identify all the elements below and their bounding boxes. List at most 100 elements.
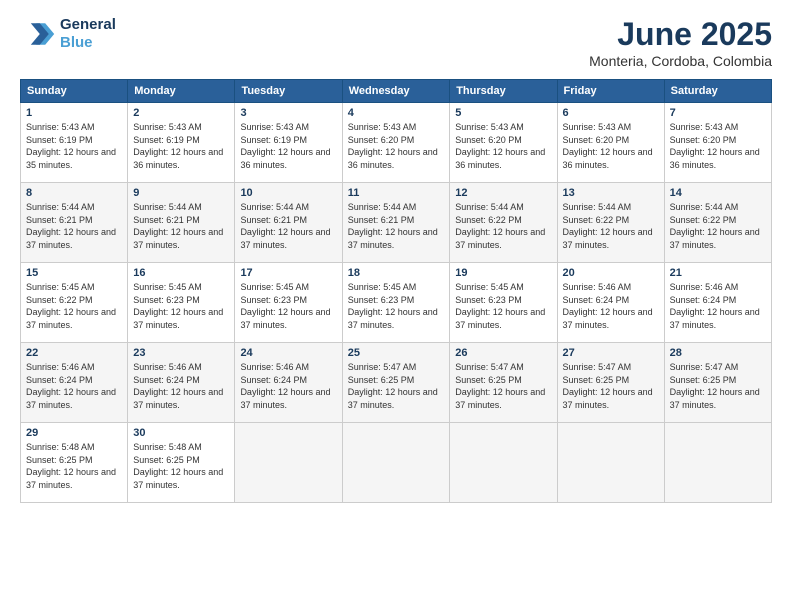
day-info: Sunrise: 5:46 AM Sunset: 6:24 PM Dayligh…: [26, 361, 122, 411]
day-number: 24: [240, 347, 336, 359]
day-number: 2: [133, 107, 229, 119]
day-cell-17: 17 Sunrise: 5:45 AM Sunset: 6:23 PM Dayl…: [235, 263, 342, 343]
day-cell-12: 12 Sunrise: 5:44 AM Sunset: 6:22 PM Dayl…: [450, 183, 557, 263]
day-cell-23: 23 Sunrise: 5:46 AM Sunset: 6:24 PM Dayl…: [128, 343, 235, 423]
day-cell-4: 4 Sunrise: 5:43 AM Sunset: 6:20 PM Dayli…: [342, 103, 450, 183]
week-row-2: 8 Sunrise: 5:44 AM Sunset: 6:21 PM Dayli…: [21, 183, 772, 263]
day-cell-15: 15 Sunrise: 5:45 AM Sunset: 6:22 PM Dayl…: [21, 263, 128, 343]
col-monday: Monday: [128, 80, 235, 103]
header: General Blue June 2025 Monteria, Cordoba…: [20, 16, 772, 69]
day-info: Sunrise: 5:44 AM Sunset: 6:22 PM Dayligh…: [455, 201, 551, 251]
day-cell-28: 28 Sunrise: 5:47 AM Sunset: 6:25 PM Dayl…: [664, 343, 771, 423]
day-cell-20: 20 Sunrise: 5:46 AM Sunset: 6:24 PM Dayl…: [557, 263, 664, 343]
day-info: Sunrise: 5:45 AM Sunset: 6:23 PM Dayligh…: [240, 281, 336, 331]
day-cell-30: 30 Sunrise: 5:48 AM Sunset: 6:25 PM Dayl…: [128, 423, 235, 503]
day-number: 26: [455, 347, 551, 359]
day-cell-7: 7 Sunrise: 5:43 AM Sunset: 6:20 PM Dayli…: [664, 103, 771, 183]
day-number: 15: [26, 267, 122, 279]
day-number: 23: [133, 347, 229, 359]
empty-cell: [450, 423, 557, 503]
day-info: Sunrise: 5:44 AM Sunset: 6:21 PM Dayligh…: [26, 201, 122, 251]
day-cell-26: 26 Sunrise: 5:47 AM Sunset: 6:25 PM Dayl…: [450, 343, 557, 423]
day-info: Sunrise: 5:43 AM Sunset: 6:20 PM Dayligh…: [348, 121, 445, 171]
day-info: Sunrise: 5:44 AM Sunset: 6:21 PM Dayligh…: [133, 201, 229, 251]
day-info: Sunrise: 5:47 AM Sunset: 6:25 PM Dayligh…: [670, 361, 766, 411]
day-cell-16: 16 Sunrise: 5:45 AM Sunset: 6:23 PM Dayl…: [128, 263, 235, 343]
day-number: 13: [563, 187, 659, 199]
day-cell-19: 19 Sunrise: 5:45 AM Sunset: 6:23 PM Dayl…: [450, 263, 557, 343]
day-info: Sunrise: 5:43 AM Sunset: 6:20 PM Dayligh…: [455, 121, 551, 171]
day-info: Sunrise: 5:47 AM Sunset: 6:25 PM Dayligh…: [563, 361, 659, 411]
day-info: Sunrise: 5:45 AM Sunset: 6:23 PM Dayligh…: [455, 281, 551, 331]
month-title: June 2025: [589, 16, 772, 53]
day-number: 27: [563, 347, 659, 359]
empty-cell: [235, 423, 342, 503]
day-info: Sunrise: 5:43 AM Sunset: 6:19 PM Dayligh…: [133, 121, 229, 171]
day-cell-3: 3 Sunrise: 5:43 AM Sunset: 6:19 PM Dayli…: [235, 103, 342, 183]
day-number: 14: [670, 187, 766, 199]
day-number: 28: [670, 347, 766, 359]
day-info: Sunrise: 5:47 AM Sunset: 6:25 PM Dayligh…: [348, 361, 445, 411]
day-info: Sunrise: 5:43 AM Sunset: 6:19 PM Dayligh…: [240, 121, 336, 171]
col-saturday: Saturday: [664, 80, 771, 103]
day-info: Sunrise: 5:47 AM Sunset: 6:25 PM Dayligh…: [455, 361, 551, 411]
empty-cell: [557, 423, 664, 503]
empty-cell: [342, 423, 450, 503]
day-number: 18: [348, 267, 445, 279]
day-cell-14: 14 Sunrise: 5:44 AM Sunset: 6:22 PM Dayl…: [664, 183, 771, 263]
day-number: 21: [670, 267, 766, 279]
logo-text: General Blue: [60, 16, 116, 52]
col-thursday: Thursday: [450, 80, 557, 103]
day-number: 17: [240, 267, 336, 279]
day-cell-11: 11 Sunrise: 5:44 AM Sunset: 6:21 PM Dayl…: [342, 183, 450, 263]
day-info: Sunrise: 5:46 AM Sunset: 6:24 PM Dayligh…: [563, 281, 659, 331]
day-cell-27: 27 Sunrise: 5:47 AM Sunset: 6:25 PM Dayl…: [557, 343, 664, 423]
day-info: Sunrise: 5:43 AM Sunset: 6:20 PM Dayligh…: [563, 121, 659, 171]
day-number: 19: [455, 267, 551, 279]
col-wednesday: Wednesday: [342, 80, 450, 103]
day-cell-1: 1 Sunrise: 5:43 AM Sunset: 6:19 PM Dayli…: [21, 103, 128, 183]
day-info: Sunrise: 5:46 AM Sunset: 6:24 PM Dayligh…: [240, 361, 336, 411]
logo: General Blue: [20, 16, 116, 52]
day-number: 4: [348, 107, 445, 119]
day-number: 16: [133, 267, 229, 279]
day-number: 29: [26, 427, 122, 439]
day-number: 3: [240, 107, 336, 119]
day-number: 1: [26, 107, 122, 119]
day-cell-29: 29 Sunrise: 5:48 AM Sunset: 6:25 PM Dayl…: [21, 423, 128, 503]
day-info: Sunrise: 5:45 AM Sunset: 6:23 PM Dayligh…: [133, 281, 229, 331]
day-cell-24: 24 Sunrise: 5:46 AM Sunset: 6:24 PM Dayl…: [235, 343, 342, 423]
day-info: Sunrise: 5:45 AM Sunset: 6:22 PM Dayligh…: [26, 281, 122, 331]
day-info: Sunrise: 5:44 AM Sunset: 6:21 PM Dayligh…: [348, 201, 445, 251]
day-info: Sunrise: 5:44 AM Sunset: 6:22 PM Dayligh…: [670, 201, 766, 251]
day-info: Sunrise: 5:46 AM Sunset: 6:24 PM Dayligh…: [670, 281, 766, 331]
day-info: Sunrise: 5:44 AM Sunset: 6:21 PM Dayligh…: [240, 201, 336, 251]
week-row-1: 1 Sunrise: 5:43 AM Sunset: 6:19 PM Dayli…: [21, 103, 772, 183]
day-info: Sunrise: 5:43 AM Sunset: 6:19 PM Dayligh…: [26, 121, 122, 171]
logo-icon: [20, 16, 56, 52]
day-cell-22: 22 Sunrise: 5:46 AM Sunset: 6:24 PM Dayl…: [21, 343, 128, 423]
day-number: 10: [240, 187, 336, 199]
day-info: Sunrise: 5:45 AM Sunset: 6:23 PM Dayligh…: [348, 281, 445, 331]
day-number: 11: [348, 187, 445, 199]
day-cell-2: 2 Sunrise: 5:43 AM Sunset: 6:19 PM Dayli…: [128, 103, 235, 183]
day-number: 20: [563, 267, 659, 279]
day-cell-5: 5 Sunrise: 5:43 AM Sunset: 6:20 PM Dayli…: [450, 103, 557, 183]
day-info: Sunrise: 5:46 AM Sunset: 6:24 PM Dayligh…: [133, 361, 229, 411]
day-cell-10: 10 Sunrise: 5:44 AM Sunset: 6:21 PM Dayl…: [235, 183, 342, 263]
day-info: Sunrise: 5:48 AM Sunset: 6:25 PM Dayligh…: [26, 441, 122, 491]
day-info: Sunrise: 5:44 AM Sunset: 6:22 PM Dayligh…: [563, 201, 659, 251]
col-friday: Friday: [557, 80, 664, 103]
week-row-3: 15 Sunrise: 5:45 AM Sunset: 6:22 PM Dayl…: [21, 263, 772, 343]
day-number: 9: [133, 187, 229, 199]
day-number: 12: [455, 187, 551, 199]
day-cell-9: 9 Sunrise: 5:44 AM Sunset: 6:21 PM Dayli…: [128, 183, 235, 263]
title-block: June 2025 Monteria, Cordoba, Colombia: [589, 16, 772, 69]
col-sunday: Sunday: [21, 80, 128, 103]
day-cell-25: 25 Sunrise: 5:47 AM Sunset: 6:25 PM Dayl…: [342, 343, 450, 423]
week-row-4: 22 Sunrise: 5:46 AM Sunset: 6:24 PM Dayl…: [21, 343, 772, 423]
day-info: Sunrise: 5:48 AM Sunset: 6:25 PM Dayligh…: [133, 441, 229, 491]
day-info: Sunrise: 5:43 AM Sunset: 6:20 PM Dayligh…: [670, 121, 766, 171]
day-cell-8: 8 Sunrise: 5:44 AM Sunset: 6:21 PM Dayli…: [21, 183, 128, 263]
location: Monteria, Cordoba, Colombia: [589, 53, 772, 69]
